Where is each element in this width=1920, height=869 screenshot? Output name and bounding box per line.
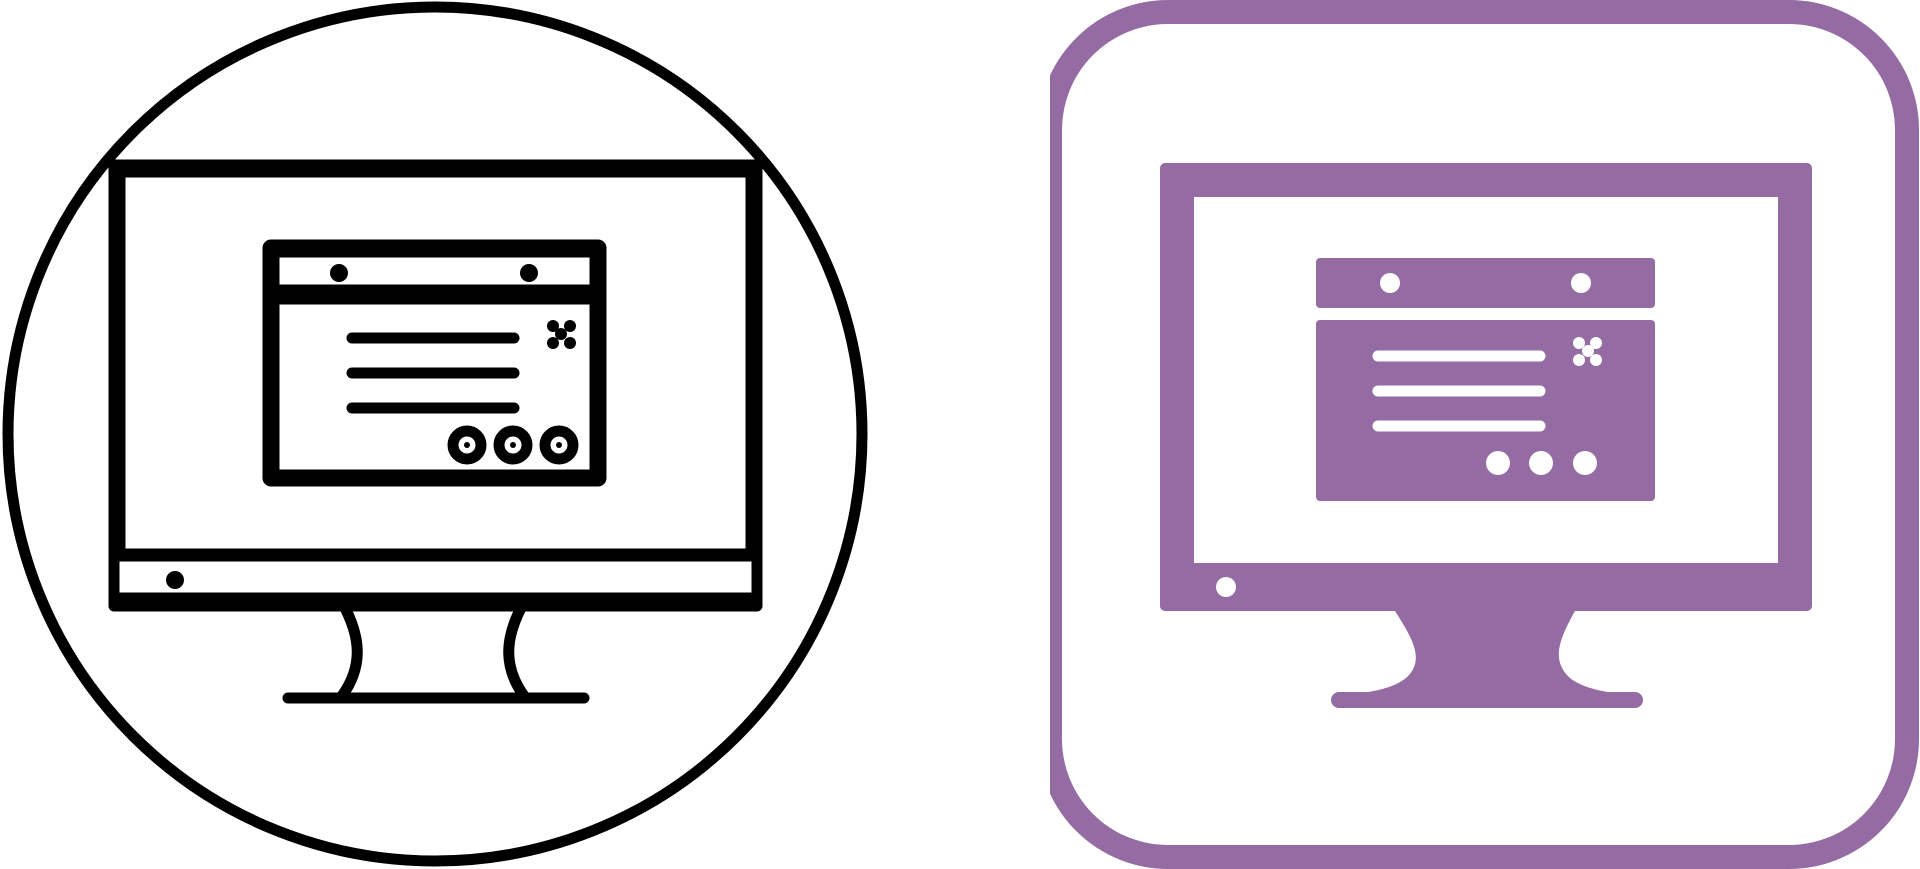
glyph-monitor-stand	[1340, 611, 1636, 705]
glyph-titlebar-dot-left	[1380, 273, 1400, 293]
glyph-popup-button-3	[1573, 451, 1597, 475]
glyph-monitor-icon-tile	[1050, 0, 1920, 869]
outline-monitor-stand-left	[336, 600, 363, 702]
outline-titlebar-dot-left	[330, 264, 348, 282]
outline-monitor-body	[108, 159, 763, 612]
outline-close-icon	[547, 320, 576, 349]
glyph-popup-button-1	[1486, 451, 1510, 475]
outline-monitor-screen	[114, 166, 757, 560]
glyph-taskbar-dot	[1216, 577, 1236, 597]
glyph-titlebar-dot-right	[1571, 273, 1591, 293]
monitor-popup-outline-icon	[2, 1, 868, 867]
glyph-popup-button-2	[1529, 451, 1553, 475]
monitor-popup-glyph-icon	[1050, 0, 1919, 869]
icon-pair-canvas	[0, 0, 1920, 869]
glyph-popup-body	[1316, 320, 1655, 501]
outline-popup-window	[262, 239, 607, 487]
outline-circle-frame	[2, 1, 868, 867]
outline-titlebar-dot-right	[520, 264, 538, 282]
glyph-popup-titlebar	[1316, 258, 1655, 308]
outline-monitor-icon-tile	[0, 0, 870, 869]
outline-taskbar-dot	[166, 571, 184, 589]
outline-monitor-stand-right	[503, 600, 530, 702]
